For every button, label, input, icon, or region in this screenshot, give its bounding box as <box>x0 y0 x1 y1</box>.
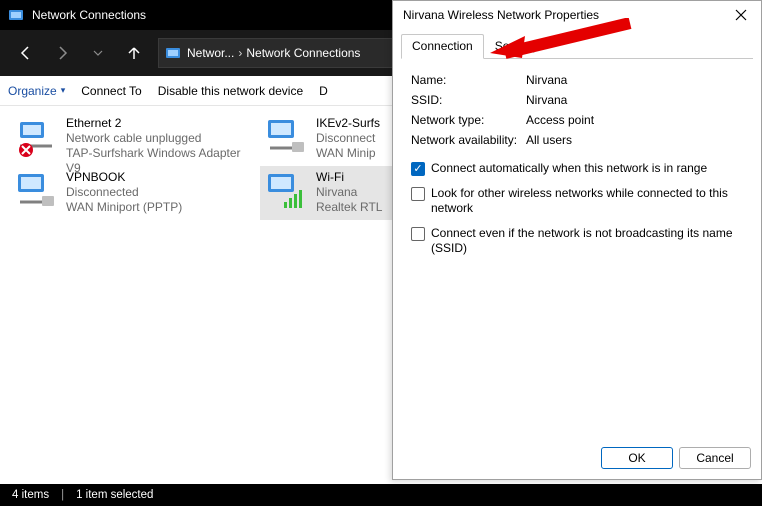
caret-down-icon: ▾ <box>61 85 66 96</box>
tab-connection[interactable]: Connection <box>401 34 484 59</box>
diagnose-button[interactable]: D <box>319 84 328 98</box>
adapter-icon <box>264 168 308 216</box>
dialog-titlebar: Nirvana Wireless Network Properties <box>393 1 761 29</box>
nav-up-button[interactable] <box>120 39 148 67</box>
label-type: Network type: <box>411 113 526 127</box>
checkbox-label: Connect automatically when this network … <box>431 161 707 176</box>
connection-item[interactable]: Ethernet 2Network cable unpluggedTAP-Sur… <box>10 112 260 166</box>
connection-status: Nirvana <box>316 185 382 200</box>
dialog-title: Nirvana Wireless Network Properties <box>403 8 599 22</box>
checkbox-icon <box>411 187 425 201</box>
checkbox-auto-connect[interactable]: ✓ Connect automatically when this networ… <box>411 161 743 176</box>
status-count: 4 items <box>12 489 49 501</box>
tabs: Connection Security <box>401 33 753 59</box>
connection-text: Wi-FiNirvanaRealtek RTL <box>316 168 382 215</box>
connection-device: WAN Minip <box>316 146 380 161</box>
status-selected: 1 item selected <box>76 489 153 501</box>
label-name: Name: <box>411 73 526 87</box>
connection-item[interactable]: VPNBOOKDisconnectedWAN Miniport (PPTP) <box>10 166 260 220</box>
checkbox-look-other[interactable]: Look for other wireless networks while c… <box>411 186 743 216</box>
checkbox-icon <box>411 227 425 241</box>
adapter-icon <box>14 114 58 162</box>
address-icon <box>165 45 181 61</box>
value-availability: All users <box>526 133 743 147</box>
tab-panel-connection: Name: Nirvana SSID: Nirvana Network type… <box>393 59 761 439</box>
nav-forward-button[interactable] <box>48 39 76 67</box>
nav-recent-button[interactable] <box>84 39 112 67</box>
value-ssid: Nirvana <box>526 93 743 107</box>
dialog-buttons: OK Cancel <box>393 439 761 479</box>
connection-device: WAN Miniport (PPTP) <box>66 200 182 215</box>
properties-dialog: Nirvana Wireless Network Properties Conn… <box>392 0 762 480</box>
connection-status: Disconnect <box>316 131 380 146</box>
label-ssid: SSID: <box>411 93 526 107</box>
app-icon <box>8 7 24 23</box>
breadcrumb-part[interactable]: Network Connections <box>246 46 360 60</box>
chevron-right-icon: › <box>238 46 242 60</box>
connect-to-button[interactable]: Connect To <box>81 84 142 98</box>
breadcrumb: Networ... › Network Connections <box>187 46 360 60</box>
organize-button[interactable]: Organize ▾ <box>8 84 65 98</box>
disable-device-button[interactable]: Disable this network device <box>158 84 303 98</box>
nav-back-button[interactable] <box>12 39 40 67</box>
connection-name: Wi-Fi <box>316 170 382 185</box>
cancel-button[interactable]: Cancel <box>679 447 751 469</box>
close-button[interactable] <box>727 4 755 26</box>
connection-status: Network cable unplugged <box>66 131 256 146</box>
checkbox-label: Look for other wireless networks while c… <box>431 186 743 216</box>
status-divider: | <box>61 489 64 501</box>
tabs-container: Connection Security <box>393 29 761 59</box>
breadcrumb-part[interactable]: Networ... <box>187 46 234 60</box>
tab-security[interactable]: Security <box>484 34 549 59</box>
properties-grid: Name: Nirvana SSID: Nirvana Network type… <box>411 73 743 147</box>
status-bar: 4 items | 1 item selected <box>0 484 762 506</box>
connection-name: IKEv2-Surfs <box>316 116 380 131</box>
adapter-icon <box>14 168 58 216</box>
ok-button[interactable]: OK <box>601 447 673 469</box>
checkbox-hidden-ssid[interactable]: Connect even if the network is not broad… <box>411 226 743 256</box>
checkbox-icon: ✓ <box>411 162 425 176</box>
checkbox-label: Connect even if the network is not broad… <box>431 226 743 256</box>
connection-status: Disconnected <box>66 185 182 200</box>
window-title: Network Connections <box>32 8 146 22</box>
value-name: Nirvana <box>526 73 743 87</box>
label-availability: Network availability: <box>411 133 526 147</box>
connection-text: VPNBOOKDisconnectedWAN Miniport (PPTP) <box>66 168 182 215</box>
connection-device: Realtek RTL <box>316 200 382 215</box>
connection-name: Ethernet 2 <box>66 116 256 131</box>
adapter-icon <box>264 114 308 162</box>
connection-name: VPNBOOK <box>66 170 182 185</box>
value-type: Access point <box>526 113 743 127</box>
connection-text: IKEv2-SurfsDisconnectWAN Minip <box>316 114 380 161</box>
